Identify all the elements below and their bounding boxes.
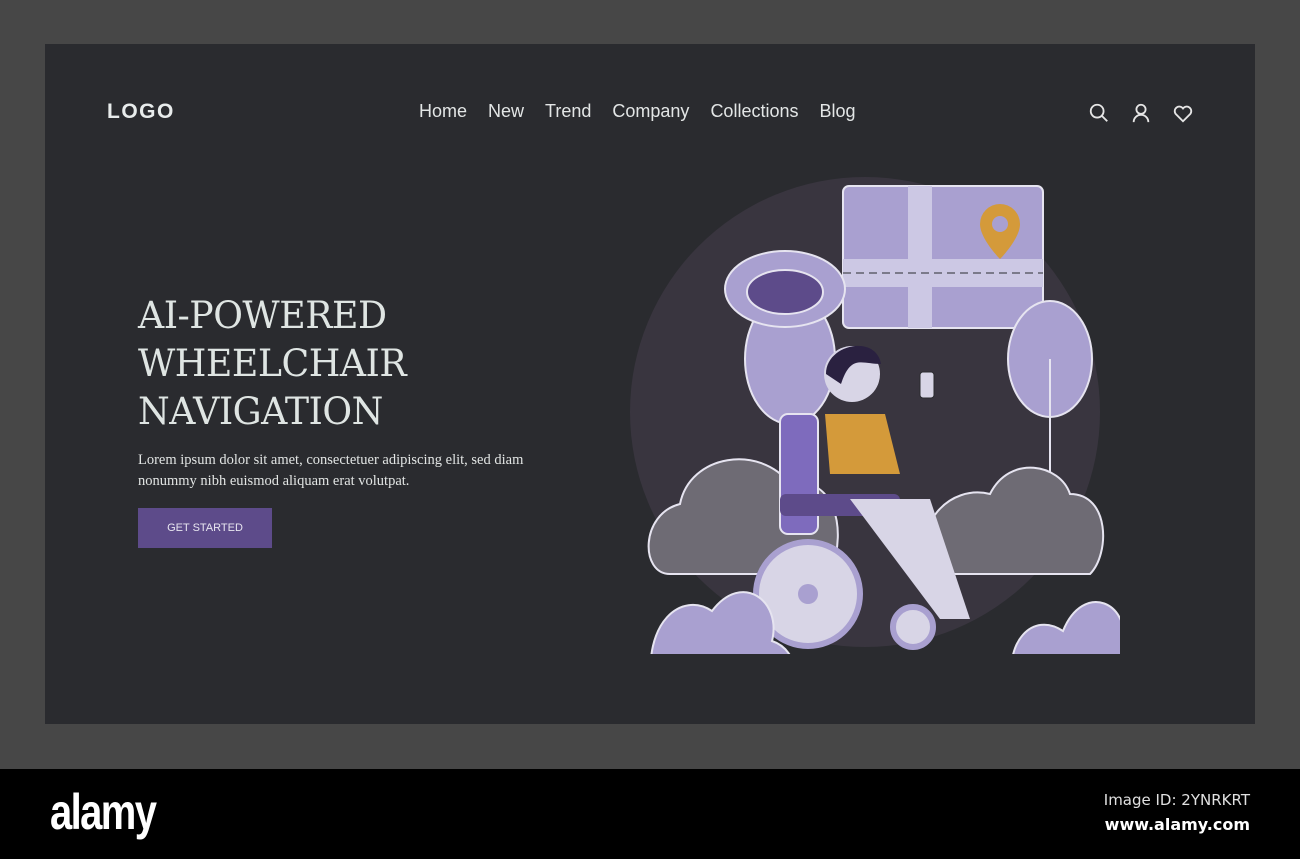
footer-bar: alamy Image ID: 2YNRKRT www.alamy.com <box>0 769 1300 859</box>
landing-page-card: LOGO Home New Trend Company Collections … <box>45 44 1255 724</box>
nav-company[interactable]: Company <box>612 101 689 122</box>
nav-new[interactable]: New <box>488 101 524 122</box>
header-icons <box>1088 102 1194 124</box>
user-icon[interactable] <box>1130 102 1152 124</box>
get-started-button[interactable]: GET STARTED <box>138 508 272 548</box>
map-icon <box>842 185 1044 329</box>
nav-blog[interactable]: Blog <box>819 101 855 122</box>
wheelchair-navigation-illustration <box>630 177 1120 654</box>
image-id: Image ID: 2YNRKRT <box>1103 791 1250 809</box>
hero-title: AI-POWERED WHEELCHAIR NAVIGATION <box>138 292 407 436</box>
logo[interactable]: LOGO <box>107 100 175 124</box>
main-nav: Home New Trend Company Collections Blog <box>419 101 856 122</box>
title-line: WHEELCHAIR <box>138 342 407 385</box>
nav-home[interactable]: Home <box>419 101 467 122</box>
search-icon[interactable] <box>1088 102 1110 124</box>
title-line: NAVIGATION <box>138 390 383 433</box>
hero-description: Lorem ipsum dolor sit amet, consectetuer… <box>138 452 524 489</box>
nav-collections[interactable]: Collections <box>710 101 798 122</box>
nav-trend[interactable]: Trend <box>545 101 591 122</box>
heart-icon[interactable] <box>1172 102 1194 124</box>
title-line: AI-POWERED <box>138 294 387 337</box>
alamy-logo: alamy <box>50 784 157 840</box>
site-url[interactable]: www.alamy.com <box>1105 815 1250 834</box>
